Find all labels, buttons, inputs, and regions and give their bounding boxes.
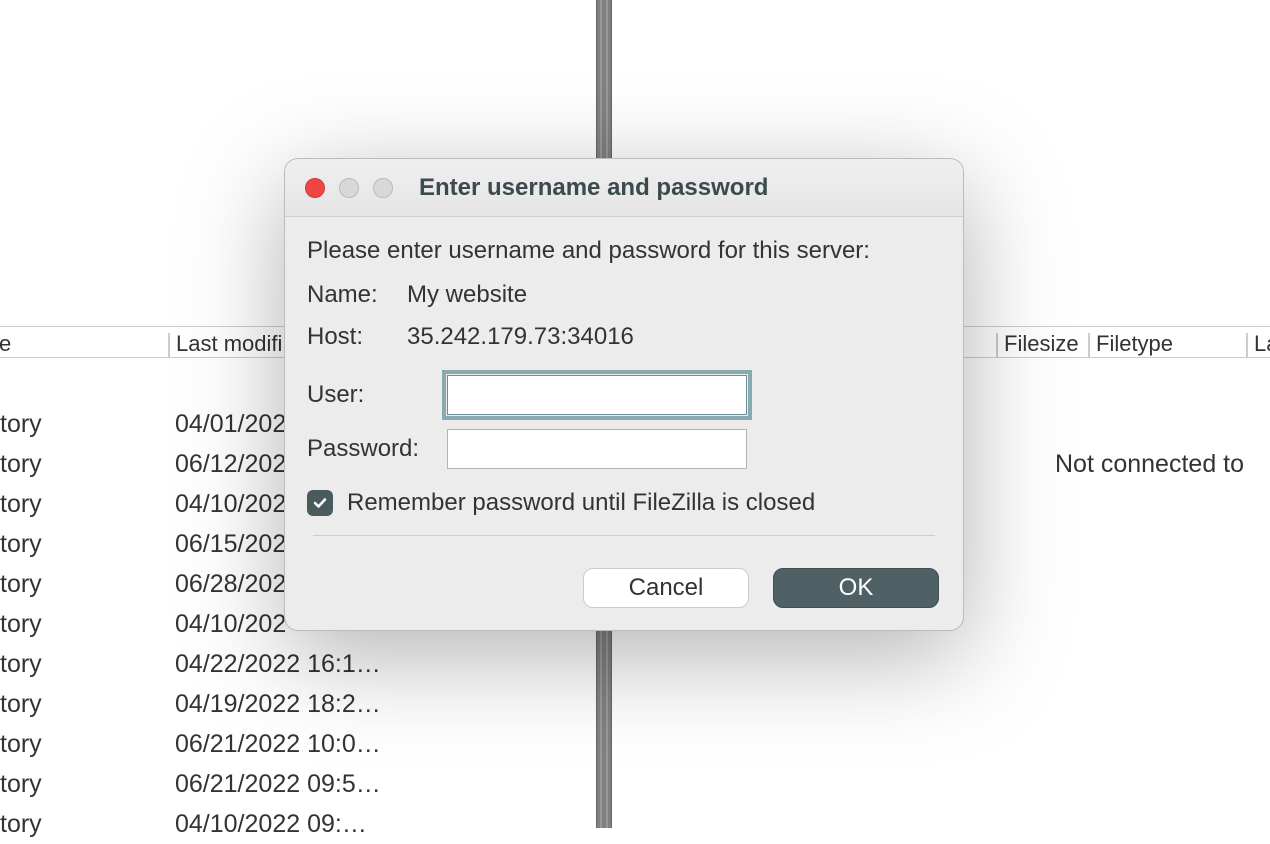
password-row: Password: [307, 429, 941, 469]
minimize-icon [339, 178, 359, 198]
file-type-cell: tory [0, 484, 175, 524]
file-date-cell: 06/21/2022 10:0… [175, 724, 596, 764]
remember-password-label: Remember password until FileZilla is clo… [347, 489, 815, 517]
host-label: Host: [307, 323, 407, 351]
credentials-dialog: Enter username and password Please enter… [284, 158, 964, 631]
file-type-cell: tory [0, 684, 175, 724]
ok-button[interactable]: OK [773, 568, 939, 608]
file-type-cell: tory [0, 724, 175, 764]
server-host-row: Host: 35.242.179.73:34016 [307, 323, 941, 351]
checkmark-icon [312, 495, 328, 511]
file-date-cell: 06/21/2022 09:5… [175, 764, 596, 804]
file-type-cell: tory [0, 804, 175, 844]
file-type-cell: tory [0, 404, 175, 444]
column-header-last-fragment[interactable]: La [1238, 327, 1270, 361]
column-header-last-modified-label: Last modifi [176, 331, 282, 356]
file-type-cell: tory [0, 524, 175, 564]
file-type-cell: tory [0, 604, 175, 644]
remember-password-row: Remember password until FileZilla is clo… [307, 489, 941, 517]
file-type-cell: tory [0, 644, 175, 684]
dialog-body: Please enter username and password for t… [285, 217, 963, 546]
maximize-icon [373, 178, 393, 198]
file-date-cell: 04/22/2022 16:1… [175, 644, 596, 684]
name-label: Name: [307, 281, 407, 309]
name-value: My website [407, 281, 527, 309]
password-label: Password: [307, 435, 447, 463]
remote-status-text: Not connected to [1055, 450, 1244, 479]
divider [313, 535, 935, 536]
user-input[interactable] [447, 375, 747, 415]
column-header-filetype-label: Filetype [1096, 331, 1173, 356]
dialog-instruction: Please enter username and password for t… [307, 237, 941, 265]
dialog-titlebar: Enter username and password [285, 159, 963, 217]
list-item[interactable]: tory 04/22/2022 16:1… [0, 644, 596, 684]
list-item[interactable]: tory 06/21/2022 10:0… [0, 724, 596, 764]
dialog-title: Enter username and password [419, 174, 768, 202]
column-header-filesize[interactable]: Filesize [988, 327, 1088, 361]
password-input[interactable] [447, 429, 747, 469]
file-type-cell: tory [0, 764, 175, 804]
file-type-cell: tory [0, 444, 175, 484]
file-type-cell: tory [0, 564, 175, 604]
column-header-filetype[interactable]: Filetype [1080, 327, 1240, 361]
dialog-button-row: Cancel OK [285, 546, 963, 630]
column-header-last-fragment-label: La [1254, 331, 1270, 356]
remember-password-checkbox[interactable] [307, 490, 333, 516]
user-label: User: [307, 381, 447, 409]
close-icon[interactable] [305, 178, 325, 198]
host-value: 35.242.179.73:34016 [407, 323, 634, 351]
file-date-cell: 04/10/2022 09:… [175, 804, 596, 844]
window-controls [305, 178, 393, 198]
list-item[interactable]: tory 06/21/2022 09:5… [0, 764, 596, 804]
list-item[interactable]: tory 04/19/2022 18:2… [0, 684, 596, 724]
list-item[interactable]: tory 04/10/2022 09:… [0, 804, 596, 844]
cancel-button[interactable]: Cancel [583, 568, 749, 608]
file-date-cell: 04/19/2022 18:2… [175, 684, 596, 724]
server-name-row: Name: My website [307, 281, 941, 309]
user-row: User: [307, 375, 941, 415]
column-header-filesize-label: Filesize [1004, 331, 1079, 356]
column-header-type-fragment[interactable]: ɔe [0, 327, 40, 361]
